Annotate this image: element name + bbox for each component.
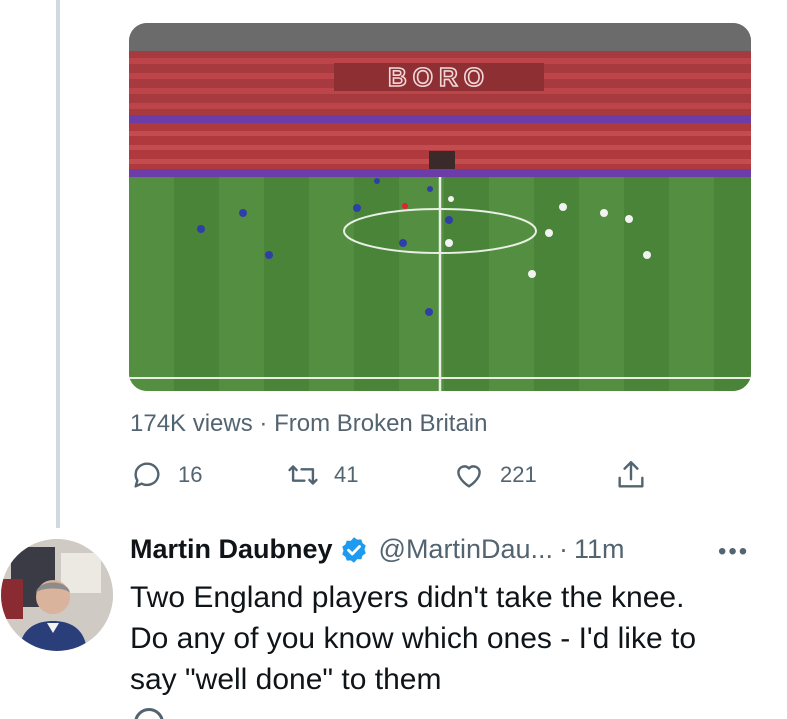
tweet-text-line: Do any of you know which ones - I'd like… [130, 622, 697, 655]
more-options-icon[interactable]: ••• [718, 538, 749, 566]
display-name[interactable]: Martin Daubney [130, 534, 333, 565]
tweet-meta: 174K views · From Broken Britain [130, 410, 487, 438]
tweet-text-line: Two England players didn't take the knee… [130, 581, 685, 614]
reply-tweet-header: Martin Daubney @MartinDau... · 11m [130, 534, 625, 565]
tweet-timestamp[interactable]: 11m [574, 534, 625, 565]
video-source-link[interactable]: From Broken Britain [274, 410, 487, 437]
share-icon [618, 461, 644, 488]
reply-button[interactable]: 16 [130, 458, 202, 492]
video-thumbnail[interactable]: BORO [129, 23, 751, 391]
retweet-icon [288, 465, 318, 485]
reply-count: 16 [178, 462, 203, 487]
like-count: 221 [500, 462, 537, 487]
next-action-bar-partial [130, 708, 730, 719]
view-count: 174K views [130, 410, 253, 437]
user-handle[interactable]: @MartinDau... [379, 534, 553, 565]
heart-icon [457, 465, 481, 488]
like-button[interactable]: 221 [452, 458, 537, 492]
header-separator: · [559, 534, 568, 564]
verified-badge-icon [341, 536, 366, 563]
tweet-body: Two England players didn't take the knee… [130, 577, 770, 700]
thread-connector-line [56, 0, 60, 528]
tweet-action-bar: 16 41 221 [130, 458, 670, 498]
meta-separator: · [259, 410, 268, 437]
stadium-video-frame: BORO [129, 23, 751, 391]
avatar[interactable] [1, 539, 113, 651]
profile-photo [1, 539, 113, 651]
stadium-sign: BORO [388, 62, 490, 92]
tweet-text-line: say "well done" to them [130, 663, 442, 696]
reply-icon [134, 462, 160, 488]
reply-icon [134, 708, 164, 719]
retweet-count: 41 [334, 462, 359, 487]
share-button[interactable] [614, 458, 648, 492]
retweet-button[interactable]: 41 [286, 458, 358, 492]
